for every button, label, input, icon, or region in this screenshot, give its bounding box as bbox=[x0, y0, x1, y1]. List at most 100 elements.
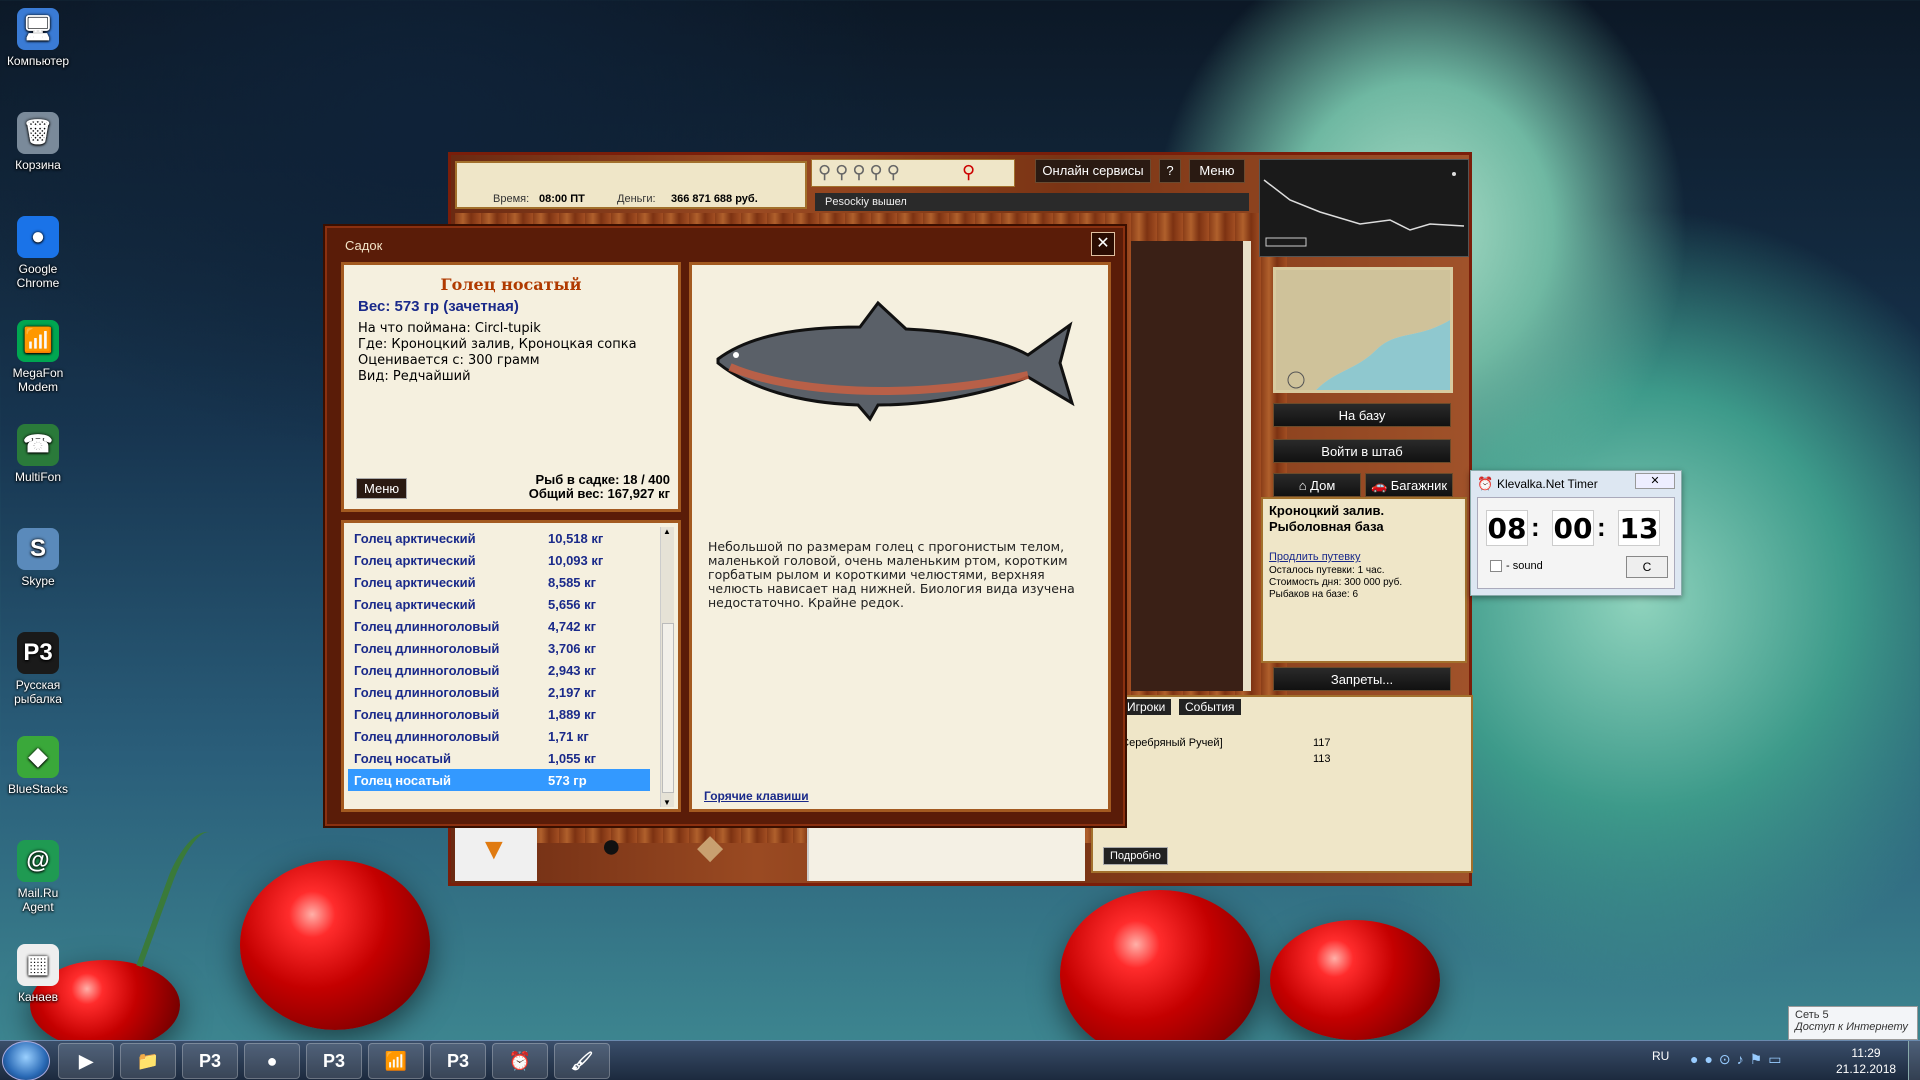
taskbar-app-button[interactable]: ⏰ bbox=[492, 1043, 548, 1079]
bucket-slot[interactable]: ▼ bbox=[455, 823, 537, 881]
player-score: 117 bbox=[1313, 737, 1331, 749]
taskbar-app-button[interactable]: P3 bbox=[430, 1043, 486, 1079]
keepnet-title: Садок bbox=[345, 238, 383, 253]
table-row[interactable]: nk1113 bbox=[1093, 751, 1333, 767]
help-button[interactable]: ? bbox=[1159, 159, 1181, 183]
home-tab[interactable]: ⌂ Дом bbox=[1273, 473, 1361, 497]
scroll-thumb[interactable] bbox=[662, 623, 674, 793]
bread-slot[interactable]: ◆ bbox=[687, 823, 747, 879]
list-item[interactable]: Голец арктический 10,093 кг bbox=[348, 549, 650, 571]
desktop-icon-label: Компьютер bbox=[6, 54, 70, 68]
fish-item-weight: 1,71 кг bbox=[548, 728, 589, 744]
hotkeys-link[interactable]: Горячие клавиши bbox=[704, 789, 809, 803]
fish-list-scrollbar[interactable]: ▲ ▼ bbox=[660, 527, 674, 807]
list-item[interactable]: Голец арктический 8,585 кг bbox=[348, 571, 650, 593]
inventory-slots[interactable] bbox=[807, 823, 1085, 881]
events-tab[interactable]: События bbox=[1179, 699, 1241, 715]
show-desktop-button[interactable] bbox=[1908, 1041, 1920, 1080]
fish-item-name: Голец длинноголовый bbox=[354, 706, 500, 722]
fish-item-weight: 5,656 кг bbox=[548, 596, 597, 612]
desktop-icon[interactable]: ☎ MultiFon bbox=[4, 424, 72, 484]
desktop-icon[interactable]: S Skype bbox=[4, 528, 72, 588]
close-icon[interactable]: ✕ bbox=[1635, 473, 1675, 489]
list-item[interactable]: Голец арктический 10,518 кг bbox=[348, 527, 650, 549]
players-tab[interactable]: Игроки bbox=[1121, 699, 1172, 715]
desktop-icon-label: BlueStacks bbox=[7, 782, 69, 796]
app-icon: ☎ bbox=[17, 424, 59, 466]
timer-minutes[interactable]: 00 bbox=[1552, 510, 1594, 546]
desktop-icon[interactable]: ● Google Chrome bbox=[4, 216, 72, 290]
scroll-down-icon[interactable]: ▼ bbox=[663, 798, 671, 807]
taskbar-app-button[interactable]: 📁 bbox=[120, 1043, 176, 1079]
table-row[interactable]: dgr1 [Серебряный Ручей] 117 bbox=[1093, 735, 1333, 751]
list-item[interactable]: Голец арктический 5,656 кг bbox=[348, 593, 650, 615]
desktop-icon-label: Mail.Ru Agent bbox=[17, 886, 59, 914]
location-map[interactable] bbox=[1273, 267, 1453, 393]
sound-checkbox[interactable] bbox=[1490, 560, 1502, 572]
fish-item-weight: 10,093 кг bbox=[548, 552, 604, 568]
timer-seconds[interactable]: 13 bbox=[1618, 510, 1660, 546]
desktop-icon[interactable]: ◆ BlueStacks bbox=[4, 736, 72, 796]
extend-trip-link[interactable]: Продлить путевку bbox=[1269, 551, 1459, 563]
taskbar-app-button[interactable]: ▶ bbox=[58, 1043, 114, 1079]
fish-count: Рыб в садке: 18 / 400 bbox=[535, 472, 670, 487]
close-icon[interactable]: ✕ bbox=[1091, 232, 1115, 256]
fish-item-name: Голец длинноголовый bbox=[354, 640, 500, 656]
desktop-icon[interactable]: 📶 MegaFon Modem bbox=[4, 320, 72, 394]
taskbar-app-button[interactable]: P3 bbox=[182, 1043, 238, 1079]
trip-left: Осталось путевки: 1 час. bbox=[1269, 565, 1385, 576]
list-item[interactable]: Голец длинноголовый 4,742 кг bbox=[348, 615, 650, 637]
desktop-icon[interactable]: P3 Русская рыбалка bbox=[4, 632, 72, 706]
game-menu-button[interactable]: Меню bbox=[1189, 159, 1245, 183]
taskbar-app-button[interactable]: 🖌 bbox=[554, 1043, 610, 1079]
fish-name: Голец носатый bbox=[440, 275, 582, 294]
online-services-button[interactable]: Онлайн сервисы bbox=[1035, 159, 1151, 183]
fish-weight: Вес: 573 гр (зачетная) bbox=[358, 298, 519, 315]
fish-item-weight: 1,055 кг bbox=[548, 750, 597, 766]
reset-button[interactable]: C bbox=[1626, 556, 1668, 578]
start-button[interactable] bbox=[2, 1041, 50, 1080]
trunk-tab[interactable]: 🚗 Багажник bbox=[1365, 473, 1453, 497]
clock-date: 21.12.2018 bbox=[1836, 1062, 1897, 1076]
taskbar-app-button[interactable]: 📶 bbox=[368, 1043, 424, 1079]
scroll-up-icon[interactable]: ▲ bbox=[663, 527, 671, 536]
bait-pot-slot[interactable]: ● bbox=[591, 823, 651, 879]
desktop-icon[interactable]: @ Mail.Ru Agent bbox=[4, 840, 72, 914]
bans-button[interactable]: Запреты... bbox=[1273, 667, 1451, 691]
list-item[interactable]: Голец носатый 1,055 кг bbox=[348, 747, 650, 769]
taskbar-app-button[interactable]: P3 bbox=[306, 1043, 362, 1079]
players-list: dgr1 [Серебряный Ручей]117nk1113 bbox=[1093, 735, 1333, 767]
fish-item-name: Голец длинноголовый bbox=[354, 728, 500, 744]
list-item[interactable]: Голец длинноголовый 2,197 кг bbox=[348, 681, 650, 703]
taskbar-app-button[interactable]: ● bbox=[244, 1043, 300, 1079]
list-item[interactable]: Голец длинноголовый 3,706 кг bbox=[348, 637, 650, 659]
list-item[interactable]: Голец носатый 573 гр bbox=[348, 769, 650, 791]
fish-item-name: Голец длинноголовый bbox=[354, 662, 500, 678]
fish-where: Где: Кроноцкий залив, Кроноцкая сопка bbox=[358, 337, 637, 352]
app-icon: 🖥 bbox=[17, 8, 59, 50]
to-base-button[interactable]: На базу bbox=[1273, 403, 1451, 427]
language-indicator[interactable]: RU bbox=[1652, 1049, 1669, 1063]
desktop-icon[interactable]: 🗑 Корзина bbox=[4, 112, 72, 172]
desktop-icon[interactable]: ▦ Канаев bbox=[4, 944, 72, 1004]
clock-time: 11:29 bbox=[1851, 1046, 1881, 1060]
list-item[interactable]: Голец длинноголовый 1,71 кг bbox=[348, 725, 650, 747]
list-item[interactable]: Голец длинноголовый 2,943 кг bbox=[348, 659, 650, 681]
fish-item-name: Голец арктический bbox=[354, 596, 476, 612]
app-icon: 📶 bbox=[17, 320, 59, 362]
list-item[interactable]: Голец длинноголовый 1,889 кг bbox=[348, 703, 650, 725]
sound-label: - sound bbox=[1506, 560, 1543, 572]
tray-icons[interactable]: ●●⊙♪⚑▭ bbox=[1690, 1051, 1787, 1068]
enter-hq-button[interactable]: Войти в штаб bbox=[1273, 439, 1451, 463]
chat-line: Pesockiy вышел bbox=[815, 193, 1249, 211]
app-icon: ▦ bbox=[17, 944, 59, 986]
fish-item-weight: 3,706 кг bbox=[548, 640, 597, 656]
bait-slots: ⚲⚲⚲⚲⚲ ⚲ bbox=[811, 159, 1015, 187]
desktop-icon[interactable]: 🖥 Компьютер bbox=[4, 8, 72, 68]
clock[interactable]: 11:29 21.12.2018 bbox=[1836, 1045, 1896, 1077]
details-button[interactable]: Подробно bbox=[1103, 847, 1168, 865]
timer-hours[interactable]: 08 bbox=[1486, 510, 1528, 546]
keepnet-menu-button[interactable]: Меню bbox=[356, 478, 408, 499]
desktop-icon-label: Google Chrome bbox=[16, 262, 60, 290]
location-name: Кроноцкий залив. Рыболовная база bbox=[1269, 503, 1385, 534]
